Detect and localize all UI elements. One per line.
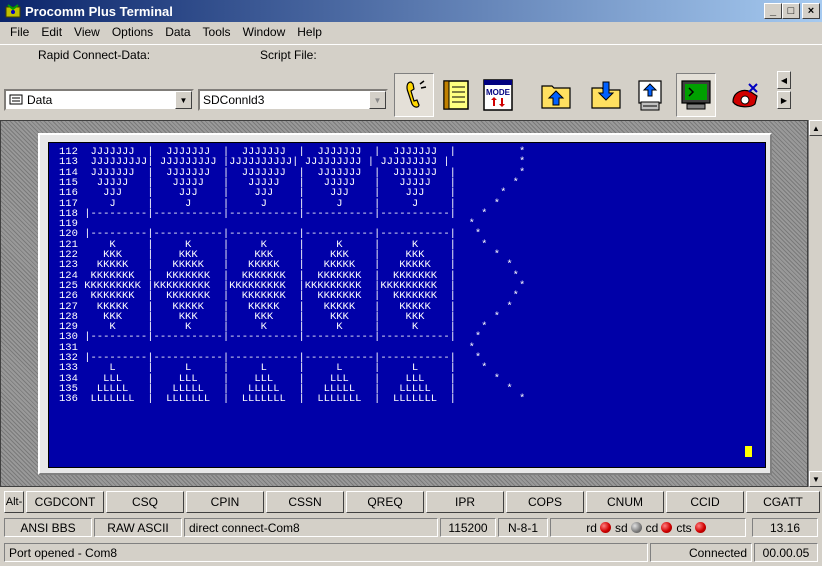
mode-button[interactable]: MODE [478, 73, 518, 117]
connection-status[interactable]: direct connect-Com8 [184, 518, 438, 537]
send-file-icon [541, 85, 571, 109]
cts-label: cts [676, 520, 692, 535]
sd-led-icon [630, 522, 642, 533]
script-file-dropdown-arrow[interactable]: ▼ [369, 91, 386, 109]
menu-window[interactable]: Window [237, 25, 292, 39]
script-file-label: Script File: [260, 48, 317, 62]
meta-key-cnum[interactable]: CNUM [586, 491, 664, 513]
toolbar-scroll-right-button[interactable]: ▶ [777, 91, 791, 109]
terminal-line: 136 LLLLLLL | LLLLLLL | LLLLLLL | LLLLLL… [59, 393, 526, 406]
menu-data[interactable]: Data [159, 25, 196, 39]
meta-key-bar: Alt- CGDCONT CSQ CPIN CSSN QREQ IPR COPS… [0, 490, 822, 514]
window-title: Procomm Plus Terminal [25, 3, 173, 19]
terminal-scrollbar[interactable]: ▲ ▼ [808, 120, 822, 487]
cd-label: cd [645, 520, 659, 535]
baud-rate-status[interactable]: 115200 [440, 518, 496, 537]
menu-view[interactable]: View [68, 25, 106, 39]
message-bar: Port opened - Com8 Connected 00.00.05 [0, 541, 822, 565]
parity-status[interactable]: N-8-1 [498, 518, 548, 537]
close-button[interactable]: × [802, 3, 820, 19]
phonebook-icon [443, 80, 469, 110]
menu-tools[interactable]: Tools [197, 25, 237, 39]
terminal-icon [681, 80, 711, 110]
mode-icon: MODE [483, 79, 513, 111]
meta-key-cgdcont[interactable]: CGDCONT [26, 491, 104, 513]
meta-key-ipr[interactable]: IPR [426, 491, 504, 513]
terminal-line: 126 KKKKKKK | KKKKKKK | KKKKKKK | KKKKKK… [59, 290, 519, 303]
meta-key-csq[interactable]: CSQ [106, 491, 184, 513]
rapid-connect-dropdown-arrow[interactable]: ▼ [175, 91, 192, 109]
rd-label: rd [586, 520, 597, 535]
clock-status: 13.16 [752, 518, 818, 537]
title-bar[interactable]: Procomm Plus Terminal _ □ × [0, 0, 822, 22]
rapid-connect-label: Rapid Connect-Data: [38, 48, 151, 62]
receive-file-icon [591, 81, 621, 109]
meta-key-qreq[interactable]: QREQ [346, 491, 424, 513]
procomm-window: Procomm Plus Terminal _ □ × File Edit Vi… [0, 0, 822, 566]
elapsed-time: 00.00.05 [754, 543, 818, 562]
terminal-cursor [745, 446, 752, 457]
transfer-protocol-status[interactable]: RAW ASCII [94, 518, 182, 537]
meta-key-cgatt[interactable]: CGATT [746, 491, 820, 513]
script-file-combo[interactable]: SDConnld3 ▼ [198, 89, 388, 111]
emulation-status[interactable]: ANSI BBS [4, 518, 92, 537]
upload-button[interactable] [630, 73, 670, 117]
terminal-line: 116 JJJ | JJJ | JJJ | JJJ | JJJ | * [59, 187, 507, 200]
exit-button[interactable] [726, 73, 766, 117]
menu-file[interactable]: File [4, 25, 35, 39]
exit-icon [732, 83, 758, 108]
terminal-button[interactable] [676, 73, 716, 117]
rapid-connect-value: Data [27, 93, 53, 107]
phone-dial-icon [406, 80, 427, 108]
toolbar-scroll-left-button[interactable]: ◀ [777, 71, 791, 89]
cts-led-icon [694, 522, 706, 533]
data-connection-icon [9, 94, 23, 105]
send-file-button[interactable] [536, 73, 576, 117]
scroll-up-button[interactable]: ▲ [809, 120, 822, 136]
mode-icon-label: MODE [486, 88, 511, 97]
app-icon[interactable] [5, 3, 21, 19]
meta-key-ccid[interactable]: CCID [666, 491, 744, 513]
status-bar: ANSI BBS RAW ASCII direct connect-Com8 1… [0, 516, 822, 538]
meta-key-cpin[interactable]: CPIN [186, 491, 264, 513]
script-file-value: SDConnld3 [203, 93, 265, 107]
signal-leds: rd sd cd cts [550, 518, 746, 537]
menu-options[interactable]: Options [106, 25, 159, 39]
meta-key-cssn[interactable]: CSSN [266, 491, 344, 513]
menu-edit[interactable]: Edit [35, 25, 68, 39]
cd-led-icon [661, 522, 673, 533]
alt-toggle-button[interactable]: Alt- [4, 491, 24, 513]
rapid-connect-combo[interactable]: Data ▼ [4, 89, 194, 111]
minimize-button[interactable]: _ [764, 3, 782, 19]
upload-icon [638, 80, 662, 111]
phonebook-button[interactable] [436, 73, 476, 117]
scroll-down-button[interactable]: ▼ [809, 471, 822, 487]
maximize-button[interactable]: □ [782, 3, 800, 19]
meta-key-cops[interactable]: COPS [506, 491, 584, 513]
sd-label: sd [614, 520, 628, 535]
menu-bar: File Edit View Options Data Tools Window… [0, 22, 822, 42]
terminal-screen[interactable]: 112 JJJJJJJ | JJJJJJJ | JJJJJJJ | JJJJJJ… [48, 142, 766, 468]
connected-status: Connected [650, 543, 752, 562]
dial-button[interactable] [394, 73, 434, 117]
toolbar: Rapid Connect-Data: Script File: Data ▼ … [0, 44, 822, 118]
receive-file-button[interactable] [586, 73, 626, 117]
rd-led-icon [599, 522, 611, 533]
status-message: Port opened - Com8 [4, 543, 648, 562]
menu-help[interactable]: Help [291, 25, 328, 39]
